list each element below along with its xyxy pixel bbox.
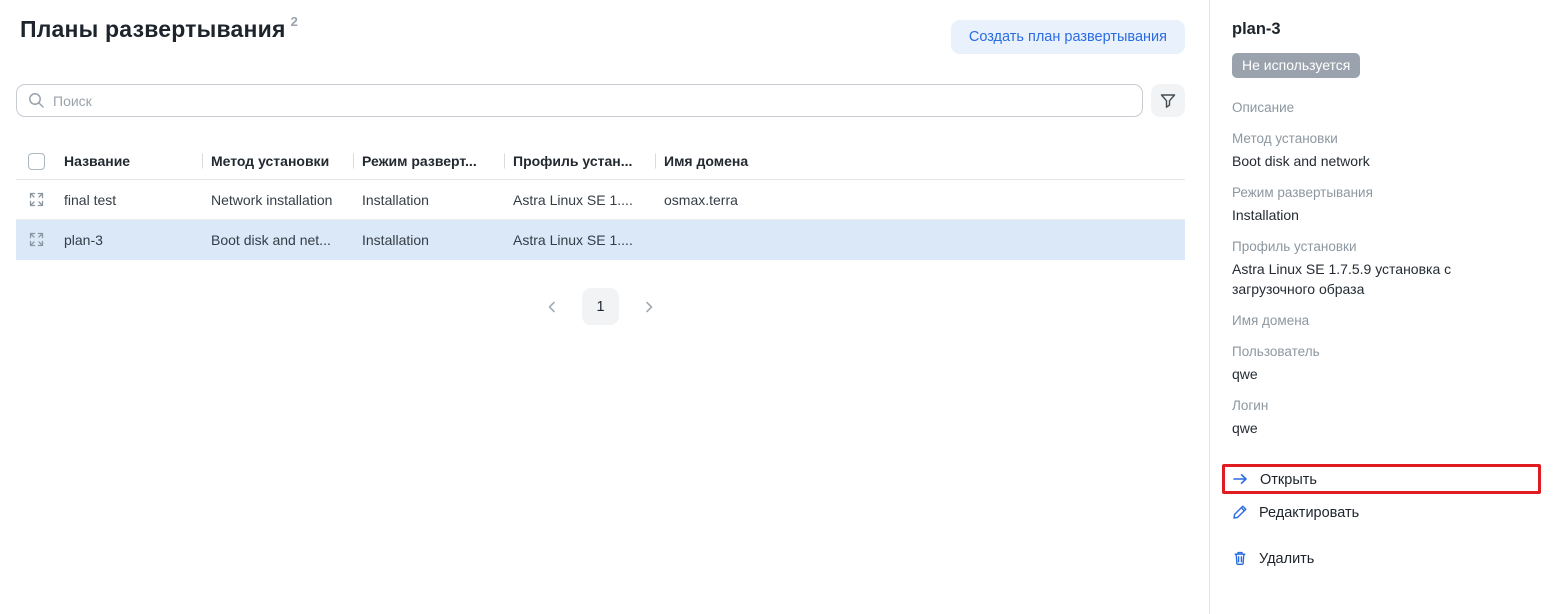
- table-row-plan-3[interactable]: plan-3 Boot disk and net... Installation…: [16, 220, 1185, 260]
- column-header-domain[interactable]: Имя домена: [656, 153, 1185, 169]
- next-page-button[interactable]: [633, 291, 665, 323]
- arrow-right-icon: [1232, 472, 1249, 486]
- record-count: 2: [291, 14, 298, 29]
- cell-method: Network installation: [203, 192, 354, 208]
- field-description: Описание: [1232, 99, 1541, 117]
- field-login: Логин qwe: [1232, 397, 1541, 438]
- row-expand-cell: [16, 192, 56, 207]
- field-install-method: Метод установки Boot disk and network: [1232, 130, 1541, 171]
- cell-profile: Astra Linux SE 1....: [505, 232, 656, 248]
- expand-arrows-icon[interactable]: [29, 192, 44, 207]
- cell-method: Boot disk and net...: [203, 232, 354, 248]
- search-row: [16, 84, 1185, 117]
- delete-action-label: Удалить: [1259, 551, 1314, 567]
- field-install-profile: Профиль установки Astra Linux SE 1.7.5.9…: [1232, 238, 1541, 299]
- filter-button[interactable]: [1151, 84, 1185, 117]
- field-user: Пользователь qwe: [1232, 343, 1541, 384]
- deployment-plans-page: Планы развертывания 2 Создать план развер…: [0, 0, 1565, 614]
- column-header-name[interactable]: Название: [56, 153, 203, 169]
- details-panel: plan-3 Не используется Описание Метод ус…: [1209, 0, 1565, 614]
- open-action[interactable]: Открыть: [1232, 471, 1317, 487]
- field-value: Boot disk and network: [1232, 151, 1538, 171]
- field-label: Профиль установки: [1232, 238, 1541, 256]
- field-value: Astra Linux SE 1.7.5.9 установка с загру…: [1232, 259, 1538, 299]
- field-label: Пользователь: [1232, 343, 1541, 361]
- cell-mode: Installation: [354, 192, 505, 208]
- page-header: Планы развертывания 2 Создать план развер…: [16, 16, 1185, 54]
- edit-action[interactable]: Редактировать: [1232, 504, 1359, 520]
- annotation-highlight-box: Открыть: [1222, 464, 1541, 494]
- funnel-icon: [1159, 92, 1177, 110]
- cell-profile: Astra Linux SE 1....: [505, 192, 656, 208]
- details-title: plan-3: [1232, 20, 1541, 39]
- select-all-checkbox[interactable]: [28, 153, 45, 170]
- field-label: Метод установки: [1232, 130, 1541, 148]
- page-title-text: Планы развертывания: [20, 16, 286, 42]
- row-expand-cell: [16, 232, 56, 247]
- page-number-button[interactable]: 1: [582, 288, 619, 325]
- status-badge: Не используется: [1232, 53, 1360, 78]
- table-row-final-test[interactable]: final test Network installation Installa…: [16, 180, 1185, 220]
- main-content: Планы развертывания 2 Создать план развер…: [0, 0, 1209, 614]
- chevron-left-icon: [545, 300, 559, 314]
- details-actions: Открыть Редактировать Удалить: [1232, 464, 1541, 566]
- field-value: Installation: [1232, 205, 1538, 225]
- field-label: Режим развертывания: [1232, 184, 1541, 202]
- search-box: [16, 84, 1143, 117]
- cell-name: final test: [56, 192, 203, 208]
- cell-name: plan-3: [56, 232, 203, 248]
- cell-domain: osmax.terra: [656, 192, 1185, 208]
- field-value: qwe: [1232, 364, 1538, 384]
- field-label: Описание: [1232, 99, 1541, 117]
- create-plan-button[interactable]: Создать план развертывания: [951, 20, 1185, 54]
- table-header-row: Название Метод установки Режим разверт..…: [16, 143, 1185, 180]
- expand-arrows-icon[interactable]: [29, 232, 44, 247]
- field-domain-name: Имя домена: [1232, 312, 1541, 330]
- field-label: Логин: [1232, 397, 1541, 415]
- column-header-method[interactable]: Метод установки: [203, 153, 354, 169]
- edit-action-label: Редактировать: [1259, 505, 1359, 521]
- field-label: Имя домена: [1232, 312, 1541, 330]
- column-header-profile[interactable]: Профиль устан...: [505, 153, 656, 169]
- search-icon: [28, 92, 45, 109]
- field-deploy-mode: Режим развертывания Installation: [1232, 184, 1541, 225]
- delete-action[interactable]: Удалить: [1232, 550, 1314, 566]
- open-action-label: Открыть: [1260, 472, 1317, 488]
- chevron-right-icon: [642, 300, 656, 314]
- pagination: 1: [16, 288, 1185, 325]
- search-input[interactable]: [16, 84, 1143, 117]
- cell-mode: Installation: [354, 232, 505, 248]
- prev-page-button[interactable]: [536, 291, 568, 323]
- trash-icon: [1232, 550, 1248, 566]
- pencil-icon: [1232, 504, 1248, 520]
- details-fields: Описание Метод установки Boot disk and n…: [1232, 99, 1541, 438]
- column-header-mode[interactable]: Режим разверт...: [354, 153, 505, 169]
- header-checkbox-cell: [16, 153, 56, 170]
- field-value: qwe: [1232, 418, 1538, 438]
- plans-table: Название Метод установки Режим разверт..…: [16, 143, 1185, 260]
- page-title: Планы развертывания 2: [20, 16, 298, 43]
